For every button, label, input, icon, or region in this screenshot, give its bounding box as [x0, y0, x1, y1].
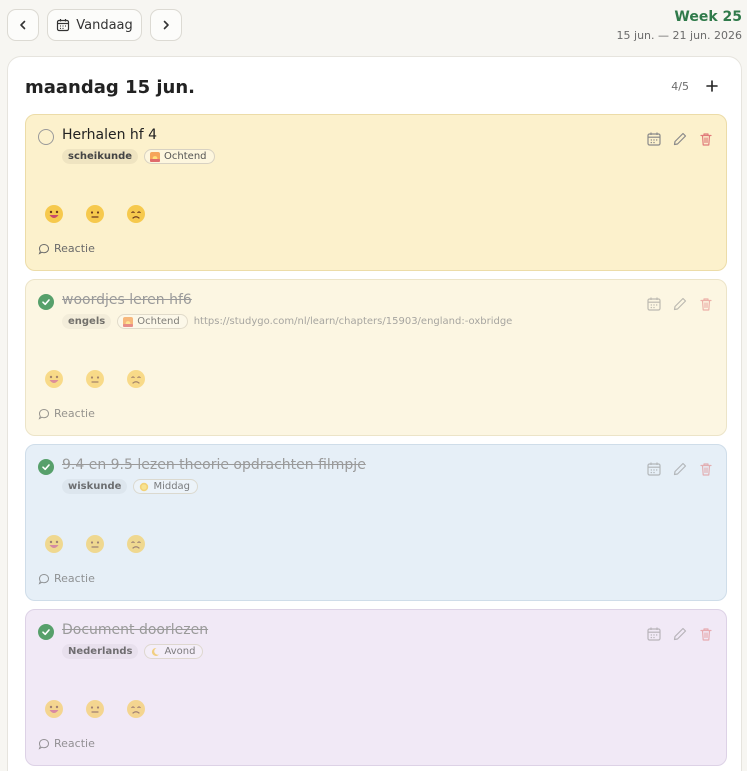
- task-tags: wiskunde Middag: [62, 479, 199, 494]
- reaction-emojis: [44, 699, 146, 719]
- chevron-left-icon: [20, 20, 26, 30]
- task-checkbox[interactable]: [38, 624, 54, 640]
- task-card: woordjes leren hf6 engels Ochtend https:…: [25, 279, 727, 436]
- today-label: Vandaag: [76, 17, 133, 33]
- calendar-icon[interactable]: [646, 296, 662, 312]
- day-card: maandag 15 jun. 4/5 Herhalen hf 4 scheik…: [7, 56, 742, 771]
- top-bar: Vandaag Week 25 15 jun. — 21 jun. 2026: [0, 0, 747, 56]
- task-link[interactable]: https://studygo.com/nl/learn/chapters/15…: [194, 316, 513, 327]
- task-card: Herhalen hf 4 scheikunde Ochtend Reactie: [25, 114, 727, 271]
- trash-icon[interactable]: [698, 626, 714, 642]
- grinning-face-icon[interactable]: [44, 204, 64, 224]
- sun-icon: [140, 482, 149, 491]
- reaction-emojis: [44, 204, 146, 224]
- task-checkbox[interactable]: [38, 294, 54, 310]
- subject-tag: wiskunde: [62, 479, 127, 494]
- next-week-button[interactable]: [150, 9, 182, 41]
- task-tags: engels Ochtend https://studygo.com/nl/le…: [62, 314, 512, 329]
- sad-face-icon[interactable]: [126, 369, 146, 389]
- moon-icon: [152, 647, 160, 656]
- comment-button[interactable]: Reactie: [38, 242, 95, 255]
- speech-bubble-icon: [38, 573, 50, 585]
- task-actions: [646, 131, 714, 147]
- task-tags: Nederlands Avond: [62, 644, 204, 659]
- task-title: 9.4 en 9.5 lezen theorie opdrachten film…: [62, 457, 366, 473]
- trash-icon[interactable]: [698, 131, 714, 147]
- comment-label: Reactie: [54, 242, 95, 255]
- speech-bubble-icon: [38, 738, 50, 750]
- week-title: Week 25: [674, 9, 742, 25]
- today-button[interactable]: Vandaag: [47, 9, 142, 41]
- pencil-icon[interactable]: [672, 296, 688, 312]
- comment-button[interactable]: Reactie: [38, 407, 95, 420]
- trash-icon[interactable]: [698, 296, 714, 312]
- reaction-emojis: [44, 369, 146, 389]
- task-actions: [646, 461, 714, 477]
- trash-icon[interactable]: [698, 461, 714, 477]
- comment-label: Reactie: [54, 572, 95, 585]
- sunrise-icon: [123, 316, 134, 327]
- plus-icon: [706, 80, 718, 92]
- chevron-right-icon: [163, 20, 169, 30]
- task-card: Document doorlezen Nederlands Avond Reac…: [25, 609, 727, 766]
- neutral-face-icon[interactable]: [85, 204, 105, 224]
- grinning-face-icon[interactable]: [44, 534, 64, 554]
- prev-week-button[interactable]: [7, 9, 39, 41]
- subject-tag: engels: [62, 314, 111, 329]
- pencil-icon[interactable]: [672, 131, 688, 147]
- neutral-face-icon[interactable]: [85, 369, 105, 389]
- calendar-icon[interactable]: [646, 131, 662, 147]
- time-label: Avond: [164, 646, 196, 657]
- calendar-icon[interactable]: [646, 626, 662, 642]
- task-actions: [646, 296, 714, 312]
- comment-label: Reactie: [54, 407, 95, 420]
- task-title: Herhalen hf 4: [62, 127, 158, 143]
- task-count: 4/5: [671, 80, 689, 93]
- neutral-face-icon[interactable]: [85, 699, 105, 719]
- time-label: Ochtend: [137, 316, 180, 327]
- task-card: 9.4 en 9.5 lezen theorie opdrachten film…: [25, 444, 727, 601]
- task-title: Document doorlezen: [62, 622, 209, 638]
- add-task-button[interactable]: [701, 75, 723, 97]
- subject-tag: Nederlands: [62, 644, 138, 659]
- checkmark-icon: [42, 299, 50, 306]
- task-checkbox[interactable]: [38, 129, 54, 145]
- grinning-face-icon[interactable]: [44, 369, 64, 389]
- task-checkbox[interactable]: [38, 459, 54, 475]
- sunrise-icon: [150, 151, 161, 162]
- neutral-face-icon[interactable]: [85, 534, 105, 554]
- reaction-emojis: [44, 534, 146, 554]
- task-actions: [646, 626, 714, 642]
- subject-tag: scheikunde: [62, 149, 139, 164]
- sad-face-icon[interactable]: [126, 534, 146, 554]
- comment-button[interactable]: Reactie: [38, 737, 95, 750]
- grinning-face-icon[interactable]: [44, 699, 64, 719]
- pencil-icon[interactable]: [672, 626, 688, 642]
- sad-face-icon[interactable]: [126, 699, 146, 719]
- time-tag: Middag: [133, 479, 199, 494]
- task-tags: scheikunde Ochtend: [62, 149, 215, 164]
- day-title: maandag 15 jun.: [25, 77, 195, 98]
- checkmark-icon: [42, 464, 50, 471]
- time-tag: Ochtend: [117, 314, 188, 329]
- comment-label: Reactie: [54, 737, 95, 750]
- time-label: Ochtend: [164, 151, 207, 162]
- speech-bubble-icon: [38, 408, 50, 420]
- speech-bubble-icon: [38, 243, 50, 255]
- pencil-icon[interactable]: [672, 461, 688, 477]
- checkmark-icon: [42, 629, 50, 636]
- calendar-icon: [57, 19, 70, 32]
- time-label: Middag: [153, 481, 191, 492]
- task-title: woordjes leren hf6: [62, 292, 192, 308]
- week-range: 15 jun. — 21 jun. 2026: [616, 29, 742, 42]
- sad-face-icon[interactable]: [126, 204, 146, 224]
- time-tag: Ochtend: [144, 149, 215, 164]
- calendar-icon[interactable]: [646, 461, 662, 477]
- comment-button[interactable]: Reactie: [38, 572, 95, 585]
- time-tag: Avond: [144, 644, 204, 659]
